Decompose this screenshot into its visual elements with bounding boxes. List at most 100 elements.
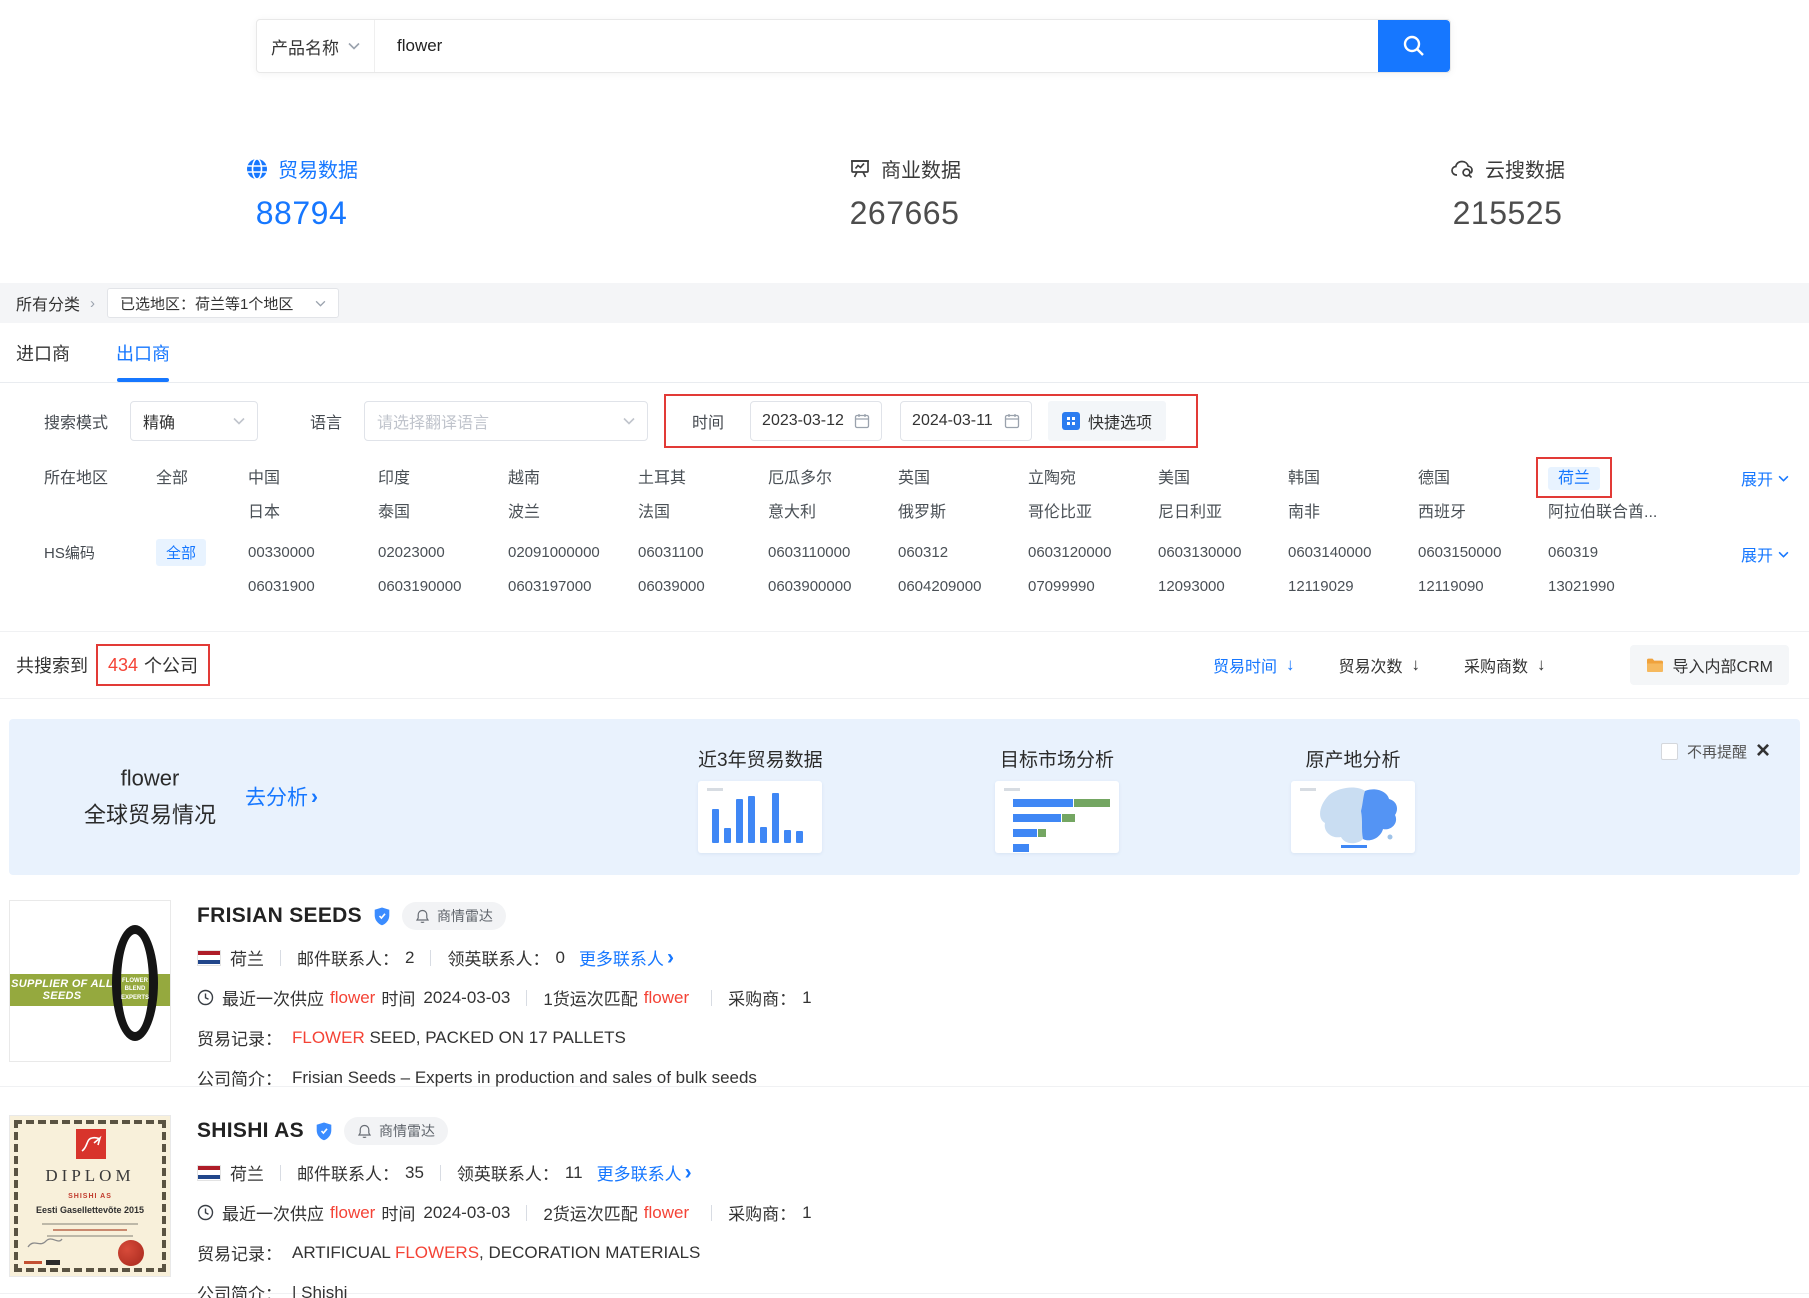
region-item[interactable]: 土耳其 [638,464,686,488]
language-select[interactable]: 请选择翻译语言 [364,401,648,441]
hs-code-item[interactable]: 060319 [1548,544,1598,561]
hs-code-item[interactable]: 0603900000 [768,578,851,595]
hs-code-item[interactable]: 00330000 [248,544,315,561]
region-item[interactable]: 南非 [1288,498,1320,522]
region-item-selected[interactable]: 荷兰 [1548,464,1600,488]
close-icon[interactable]: × [1756,739,1770,763]
trade-record-highlight: FLOWER [292,1028,365,1048]
hs-code-item[interactable]: 13021990 [1548,578,1615,595]
region-item[interactable]: 立陶宛 [1028,464,1076,488]
hs-code-item[interactable]: 07099990 [1028,578,1095,595]
chevron-right-icon: › [667,947,674,968]
selected-region-dropdown[interactable]: 已选地区：荷兰等1个地区 [107,288,339,318]
hs-code-item[interactable]: 12093000 [1158,578,1225,595]
verified-shield-icon[interactable] [316,1122,332,1141]
logo-oval-text: FLOWER BLEND EXPERTS [112,977,158,1002]
hs-code-item[interactable]: 0603190000 [378,578,461,595]
email-contacts-label: 邮件联系人： [297,1160,399,1185]
region-all[interactable]: 全部 [156,464,188,488]
hs-code-item[interactable]: 12119029 [1288,578,1354,595]
hs-code-item[interactable]: 02091000000 [508,544,600,561]
search-mode-select[interactable]: 精确 [130,401,258,441]
region-item[interactable]: 印度 [378,464,410,488]
verified-shield-icon[interactable] [374,907,390,926]
mini-map-thumbnail[interactable] [1291,781,1415,853]
breadcrumb-all-categories[interactable]: 所有分类 [16,291,80,315]
company-intro: | Shishi [292,1283,347,1298]
hs-code-item[interactable]: 0603130000 [1158,544,1241,561]
hs-code-item[interactable]: 0603140000 [1288,544,1371,561]
hs-code-item[interactable]: 0603150000 [1418,544,1501,561]
hs-code-item[interactable]: 02023000 [378,544,445,561]
hs-code-item[interactable]: 0603197000 [508,578,591,595]
region-item[interactable]: 俄罗斯 [898,498,946,522]
result-bar: 共搜索到 434 个公司 贸易时间↓ 贸易次数↓ 采购商数↓ 导入内部CRM [0,631,1809,699]
sort-trade-time[interactable]: 贸易时间↓ [1213,653,1295,677]
region-item[interactable]: 德国 [1418,464,1450,488]
region-item[interactable]: 荷兰 [1548,467,1600,490]
region-item[interactable]: 西班牙 [1418,498,1466,522]
business-radar-badge[interactable]: 商情雷达 [402,902,506,930]
region-expand-link[interactable]: 展开 [1741,466,1789,490]
region-item[interactable]: 日本 [248,498,280,522]
region-item[interactable]: 中国 [248,464,280,488]
region-item[interactable]: 哥伦比亚 [1028,498,1092,522]
company-name[interactable]: FRISIAN SEEDS [197,904,362,928]
stat-business-data[interactable]: 商业数据 267665 [603,154,1206,283]
hs-code-item[interactable]: 0604209000 [898,578,981,595]
mini-bar [772,793,779,843]
more-contacts-link[interactable]: 更多联系人› [579,945,674,970]
region-item[interactable]: 美国 [1158,464,1190,488]
hs-code-item[interactable]: 060312 [898,544,948,561]
tab-exporter[interactable]: 出口商 [116,323,170,382]
region-item[interactable]: 厄瓜多尔 [768,464,832,488]
region-item[interactable]: 尼日利亚 [1158,498,1222,522]
company-certificate-shishi[interactable]: DIPLOM SHISHI AS Eesti Gasellettevõte 20… [9,1115,171,1277]
search-button[interactable] [1378,20,1450,72]
hs-expand-link[interactable]: 展开 [1741,542,1789,566]
hs-code-item[interactable]: 06031100 [638,544,704,561]
date-to-input[interactable]: 2024-03-11 [900,401,1032,441]
region-item[interactable]: 波兰 [508,498,540,522]
mini-hbar-chart-thumbnail[interactable] [995,781,1119,853]
region-filter-label: 所在地区 [44,464,156,488]
import-crm-label: 导入内部CRM [1673,653,1773,677]
region-item[interactable]: 阿拉伯联合酋... [1548,498,1657,522]
search-input[interactable] [375,20,1378,72]
import-crm-button[interactable]: 导入内部CRM [1630,645,1789,685]
more-contacts-link[interactable]: 更多联系人› [597,1160,692,1185]
mini-bar-chart-thumbnail[interactable] [698,781,822,853]
tab-importer[interactable]: 进口商 [16,323,70,382]
stat-cloud-search-data[interactable]: 云搜数据 215525 [1206,154,1809,283]
selected-region-text: 已选地区：荷兰等1个地区 [120,293,293,314]
date-from-input[interactable]: 2023-03-12 [750,401,882,441]
region-item[interactable]: 意大利 [768,498,816,522]
region-item[interactable]: 法国 [638,498,670,522]
quick-options-button[interactable]: 快捷选项 [1048,401,1166,441]
sort-buyer-count[interactable]: 采购商数↓ [1464,653,1546,677]
hs-code-item[interactable]: 0603110000 [768,544,850,561]
expand-label: 展开 [1741,466,1773,490]
sort-trade-count[interactable]: 贸易次数↓ [1339,653,1421,677]
region-item[interactable]: 越南 [508,464,540,488]
hs-code-item[interactable]: 0603120000 [1028,544,1111,561]
linkedin-contacts-count: 11 [565,1163,583,1183]
hs-code-item[interactable]: 06039000 [638,578,705,595]
hs-all[interactable]: 全部 [156,539,206,566]
search-category-select[interactable]: 产品名称 [257,20,375,72]
data-stats-row: 贸易数据 88794 商业数据 267665 云搜数据 215525 [0,120,1809,283]
company-name[interactable]: SHISHI AS [197,1119,304,1143]
region-item[interactable]: 英国 [898,464,930,488]
region-item[interactable]: 泰国 [378,498,410,522]
hs-code-item[interactable]: 06031900 [248,578,315,595]
company-logo-frisian-seeds[interactable]: SUPPLIER OF ALL SEEDS FLOWER BLEND EXPER… [9,900,171,1062]
business-radar-badge[interactable]: 商情雷达 [344,1117,448,1145]
search-mode-label: 搜索模式 [44,409,108,433]
region-item[interactable]: 韩国 [1288,464,1320,488]
signature-icon [26,1236,64,1250]
go-analyze-link[interactable]: 去分析› [245,782,318,812]
company-country: 荷兰 [230,1160,264,1185]
dont-remind-checkbox[interactable] [1661,743,1678,760]
hs-code-item[interactable]: 12119090 [1418,578,1484,595]
stat-trade-data[interactable]: 贸易数据 88794 [0,154,603,283]
